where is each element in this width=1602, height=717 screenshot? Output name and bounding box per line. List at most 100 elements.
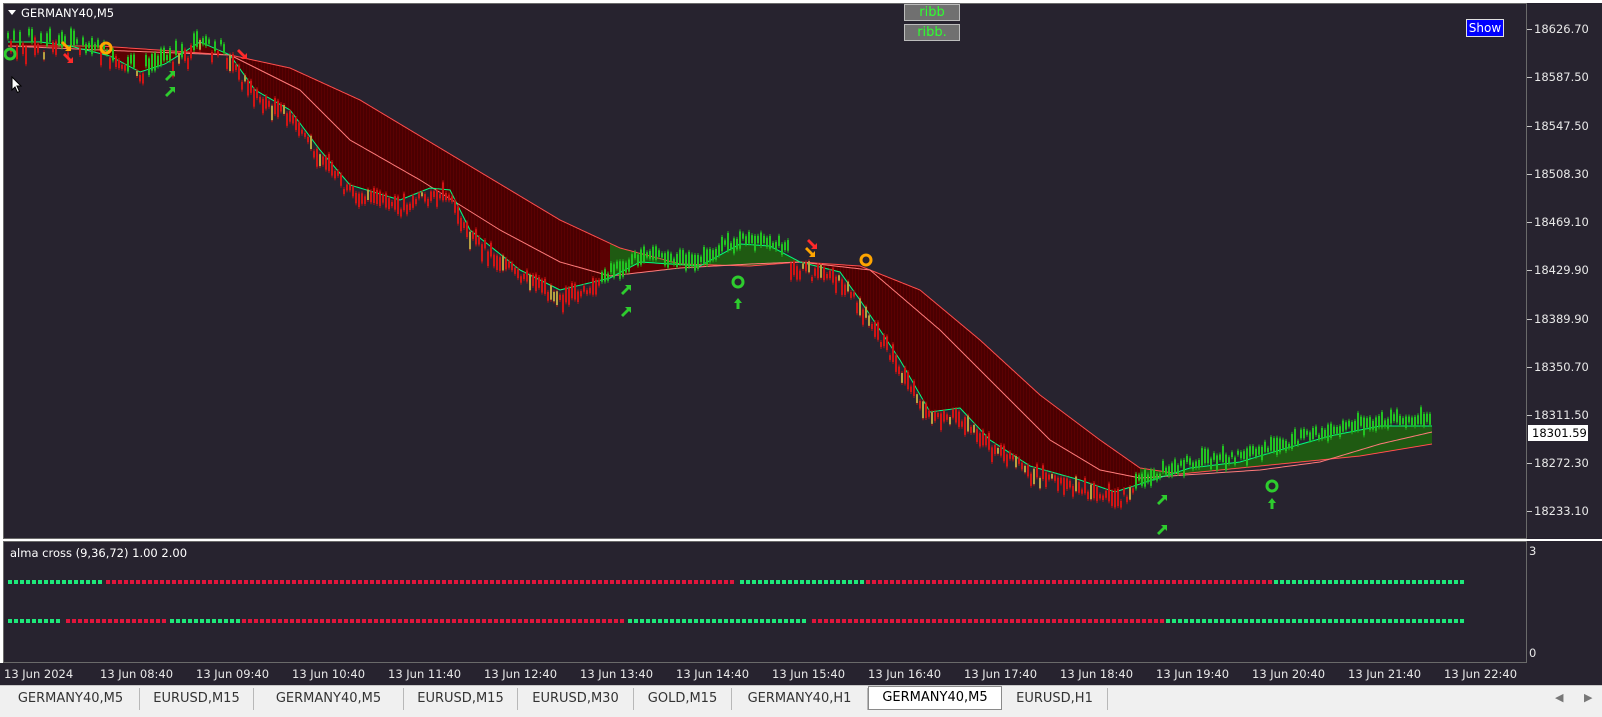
chart-tab[interactable]: EURUSD,H1 <box>1002 688 1108 710</box>
candle-body <box>229 54 231 72</box>
indicator-dot <box>536 619 540 623</box>
indicator-dot <box>1400 619 1404 623</box>
chart-tab[interactable]: EURUSD,M15 <box>140 688 254 710</box>
candle-body <box>727 232 729 251</box>
indicator-dot <box>20 580 24 584</box>
indicator-dot <box>1358 580 1362 584</box>
candle-body <box>958 411 960 427</box>
candle-body <box>526 270 528 282</box>
indicator-dot <box>932 580 936 584</box>
candle-body <box>190 45 192 59</box>
indicator-dot <box>212 619 216 623</box>
candle-body <box>1258 446 1260 455</box>
indicator-dot <box>548 619 552 623</box>
price-axis-label: 18547.50 <box>1534 118 1589 133</box>
chart-symbol-title[interactable]: GERMANY40,M5 <box>8 6 114 20</box>
ribbon-toggle-button-1[interactable]: ribb <box>904 4 960 21</box>
candle-body <box>928 410 930 417</box>
indicator-dot <box>136 580 140 584</box>
candle-body <box>664 253 666 266</box>
indicator-dot <box>316 580 320 584</box>
chart-tab[interactable]: GERMANY40,M5 <box>254 688 404 710</box>
indicator-dot <box>1082 580 1086 584</box>
indicator-dot <box>160 580 164 584</box>
indicator-dot <box>284 619 288 623</box>
candle-body <box>985 436 987 446</box>
candle-body <box>100 51 102 66</box>
candle-body <box>976 429 978 442</box>
indicator-dot <box>166 580 170 584</box>
candle-body <box>1201 448 1203 466</box>
indicator-dot <box>866 619 870 623</box>
triangle-down-icon[interactable] <box>8 10 16 15</box>
indicator-dot <box>126 619 130 623</box>
chevron-right-icon[interactable]: ▶ <box>1584 691 1592 704</box>
chevron-left-icon[interactable]: ◀ <box>1555 691 1563 704</box>
fast-alma-line <box>8 41 1432 493</box>
indicator-dot <box>992 580 996 584</box>
candle-body <box>640 249 642 265</box>
candle-body <box>610 263 612 273</box>
indicator-dot <box>790 619 794 623</box>
chart-tab[interactable]: EURUSD,M15 <box>404 688 518 710</box>
indicator-dot <box>782 580 786 584</box>
candle-body <box>436 190 438 207</box>
candle-body <box>808 261 810 273</box>
indicator-dot <box>1172 580 1176 584</box>
candle-body <box>1060 477 1062 484</box>
indicator-dot <box>66 619 70 623</box>
indicator-dot <box>1010 619 1014 623</box>
ribbon-toggle-button-2[interactable]: ribb. <box>904 24 960 41</box>
indicator-dot <box>148 580 152 584</box>
indicator-dot <box>358 580 362 584</box>
indicator-dot <box>1082 619 1086 623</box>
candle-body <box>1243 451 1245 459</box>
candle-body <box>784 242 786 251</box>
candle-body <box>1141 473 1143 486</box>
candle-body <box>1204 448 1206 464</box>
candle-body <box>352 186 354 197</box>
candle-body <box>751 235 753 244</box>
indicator-dot <box>178 580 182 584</box>
candle-body <box>943 411 945 422</box>
candle-body <box>1342 420 1344 432</box>
candle-body <box>1294 429 1296 445</box>
chart-tab[interactable]: GERMANY40,M5 <box>868 686 1002 710</box>
indicator-dot <box>1274 580 1278 584</box>
candle-body <box>397 196 399 215</box>
indicator-dot <box>884 619 888 623</box>
chart-tab[interactable]: GERMANY40,M5 <box>2 688 140 710</box>
main-chart-pane[interactable] <box>3 3 1527 539</box>
price-axis-label: 18508.30 <box>1534 166 1589 181</box>
candle-body <box>922 401 924 419</box>
candle-body <box>1399 415 1401 426</box>
candle-body <box>799 270 801 280</box>
candle-body <box>655 246 657 260</box>
indicator-dot <box>670 619 674 623</box>
chart-tab[interactable]: EURUSD,M30 <box>518 688 634 710</box>
candle-body <box>550 285 552 300</box>
indicator-dot <box>1142 580 1146 584</box>
chart-tab[interactable]: GERMANY40,H1 <box>732 688 868 710</box>
candle-body <box>703 247 705 264</box>
indicator-axis[interactable] <box>1527 541 1602 663</box>
candle-body <box>1108 483 1110 502</box>
indicator-dot <box>778 619 782 623</box>
indicator-dot <box>992 619 996 623</box>
candle-body <box>226 58 228 69</box>
candle-body <box>532 274 534 286</box>
indicator-dot <box>956 619 960 623</box>
candle-body <box>253 89 255 107</box>
indicator-dot <box>584 619 588 623</box>
candle-body <box>1312 427 1314 440</box>
indicator-dot <box>1148 619 1152 623</box>
indicator-pane[interactable] <box>3 541 1527 663</box>
indicator-dot <box>314 619 318 623</box>
candle-body <box>535 274 537 292</box>
indicator-canvas <box>8 580 1464 623</box>
show-button[interactable]: Show <box>1466 19 1504 37</box>
signal-circle-icon <box>859 253 873 267</box>
indicator-dot <box>568 580 572 584</box>
chart-tab[interactable]: GOLD,M15 <box>634 688 732 710</box>
candle-body <box>895 355 897 372</box>
